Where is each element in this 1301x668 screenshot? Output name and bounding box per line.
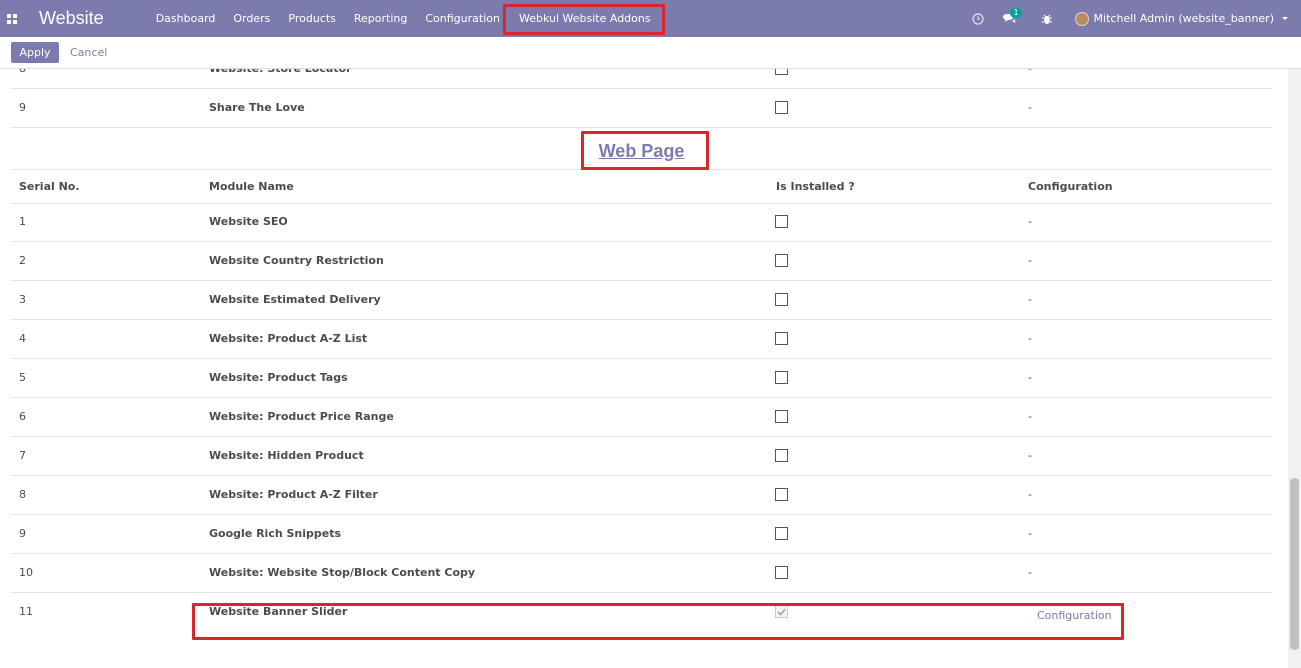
table-row: 3 Website Estimated Delivery - bbox=[11, 281, 1272, 320]
installed-checkbox[interactable] bbox=[775, 410, 788, 423]
table-row: 1 Website SEO - bbox=[11, 203, 1272, 242]
module-name-cell: Website SEO bbox=[209, 215, 288, 228]
table-row: 9 Share The Love - bbox=[11, 89, 1272, 128]
module-name-cell: Website: Hidden Product bbox=[209, 449, 364, 462]
installed-checkbox[interactable] bbox=[775, 371, 788, 384]
table-row: 10 Website: Website Stop/Block Content C… bbox=[11, 554, 1272, 593]
config-cell: - bbox=[1028, 527, 1032, 540]
module-name-cell: Website: Product A-Z List bbox=[209, 332, 368, 345]
section-title-web-page[interactable]: Web Page bbox=[0, 141, 1283, 162]
serial-cell: 8 bbox=[19, 69, 26, 87]
config-cell: - bbox=[1028, 371, 1032, 384]
installed-checkbox[interactable] bbox=[775, 293, 788, 306]
installed-checkbox[interactable] bbox=[775, 215, 788, 228]
main-menu: Dashboard Orders Products Reporting Conf… bbox=[147, 0, 660, 37]
chevron-down-icon[interactable] bbox=[1282, 17, 1288, 20]
module-name-cell: Website: Store Locator bbox=[209, 69, 352, 87]
module-name-cell: Website Banner Slider bbox=[209, 605, 348, 618]
settings-content: 8 Website: Store Locator - 9 Share The L… bbox=[0, 69, 1288, 668]
user-name[interactable]: Mitchell Admin (website_banner) bbox=[1094, 12, 1274, 25]
serial-cell: 6 bbox=[19, 410, 26, 423]
serial-cell: 5 bbox=[19, 371, 26, 384]
table-row: 9 Google Rich Snippets - bbox=[11, 515, 1272, 554]
module-name-cell: Website: Website Stop/Block Content Copy bbox=[209, 566, 476, 579]
installed-checkbox[interactable] bbox=[775, 449, 788, 462]
table-header: Serial No. Module Name Is Installed ? Co… bbox=[11, 169, 1272, 204]
menu-dashboard[interactable]: Dashboard bbox=[147, 0, 225, 37]
menu-configuration[interactable]: Configuration bbox=[416, 0, 509, 37]
installed-checkbox[interactable] bbox=[775, 69, 788, 75]
chat-icon[interactable]: 1 bbox=[1002, 7, 1022, 26]
serial-cell: 1 bbox=[19, 215, 26, 228]
column-header-module-name: Module Name bbox=[209, 180, 294, 193]
module-name-cell: Website Estimated Delivery bbox=[209, 293, 381, 306]
serial-cell: 11 bbox=[19, 605, 33, 618]
configuration-link[interactable]: Configuration bbox=[1037, 597, 1112, 634]
config-cell: - bbox=[1028, 332, 1032, 345]
config-cell: - bbox=[1028, 215, 1032, 228]
installed-checkbox[interactable] bbox=[775, 527, 788, 540]
menu-reporting[interactable]: Reporting bbox=[345, 0, 416, 37]
config-cell: - bbox=[1028, 488, 1032, 501]
config-cell: - bbox=[1028, 101, 1032, 114]
table-row: 8 Website: Store Locator - bbox=[11, 69, 1272, 89]
bug-icon[interactable] bbox=[1040, 12, 1054, 26]
config-cell: - bbox=[1028, 449, 1032, 462]
chat-badge: 1 bbox=[1010, 7, 1022, 18]
user-avatar[interactable] bbox=[1074, 11, 1089, 26]
vertical-scrollbar[interactable] bbox=[1288, 69, 1301, 668]
installed-checkbox-checked[interactable] bbox=[775, 605, 788, 618]
module-name-cell: Website: Product Price Range bbox=[209, 410, 394, 423]
serial-cell: 8 bbox=[19, 488, 26, 501]
module-name-cell: Google Rich Snippets bbox=[209, 527, 342, 540]
installed-checkbox[interactable] bbox=[775, 488, 788, 501]
apply-button[interactable]: Apply bbox=[11, 42, 59, 63]
serial-cell: 7 bbox=[19, 449, 26, 462]
serial-cell: 9 bbox=[19, 101, 26, 114]
module-name-cell: Website: Product Tags bbox=[209, 371, 348, 384]
navbar-systray: 1 Mitchell Admin (website_banner) bbox=[971, 0, 1301, 37]
table-row: 8 Website: Product A-Z Filter - bbox=[11, 476, 1272, 515]
apps-grid-icon[interactable] bbox=[7, 13, 17, 24]
installed-checkbox[interactable] bbox=[775, 101, 788, 114]
serial-cell: 3 bbox=[19, 293, 26, 306]
serial-cell: 9 bbox=[19, 527, 26, 540]
scrollbar-thumb[interactable] bbox=[1290, 478, 1299, 650]
check-icon bbox=[777, 608, 786, 616]
menu-webkul-website-addons[interactable]: Webkul Website Addons bbox=[509, 0, 660, 37]
config-cell: - bbox=[1028, 566, 1032, 579]
control-panel: Apply Cancel bbox=[0, 37, 1301, 69]
top-navbar: Website Dashboard Orders Products Report… bbox=[0, 0, 1301, 37]
cancel-button[interactable]: Cancel bbox=[70, 46, 107, 59]
module-name-cell: Website: Product A-Z Filter bbox=[209, 488, 378, 501]
module-name-cell: Share The Love bbox=[209, 101, 305, 114]
menu-orders[interactable]: Orders bbox=[224, 0, 279, 37]
clock-icon[interactable] bbox=[971, 12, 985, 26]
table-row: 5 Website: Product Tags - bbox=[11, 359, 1272, 398]
table-row: 7 Website: Hidden Product - bbox=[11, 437, 1272, 476]
serial-cell: 2 bbox=[19, 254, 26, 267]
table-row: 2 Website Country Restriction - bbox=[11, 242, 1272, 281]
serial-cell: 10 bbox=[19, 566, 33, 579]
config-cell: - bbox=[1028, 254, 1032, 267]
app-brand[interactable]: Website bbox=[39, 8, 104, 29]
serial-cell: 4 bbox=[19, 332, 26, 345]
column-header-configuration: Configuration bbox=[1028, 180, 1113, 193]
table-row: 6 Website: Product Price Range - bbox=[11, 398, 1272, 437]
column-header-installed: Is Installed ? bbox=[776, 180, 855, 193]
installed-checkbox[interactable] bbox=[775, 332, 788, 345]
menu-products[interactable]: Products bbox=[279, 0, 345, 37]
config-cell: - bbox=[1028, 69, 1032, 87]
config-cell: - bbox=[1028, 293, 1032, 306]
table-row: 11 Website Banner Slider Configuration bbox=[11, 593, 1272, 643]
installed-checkbox[interactable] bbox=[775, 566, 788, 579]
table-row: 4 Website: Product A-Z List - bbox=[11, 320, 1272, 359]
module-name-cell: Website Country Restriction bbox=[209, 254, 384, 267]
installed-checkbox[interactable] bbox=[775, 254, 788, 267]
column-header-serial: Serial No. bbox=[19, 180, 80, 193]
config-cell: - bbox=[1028, 410, 1032, 423]
